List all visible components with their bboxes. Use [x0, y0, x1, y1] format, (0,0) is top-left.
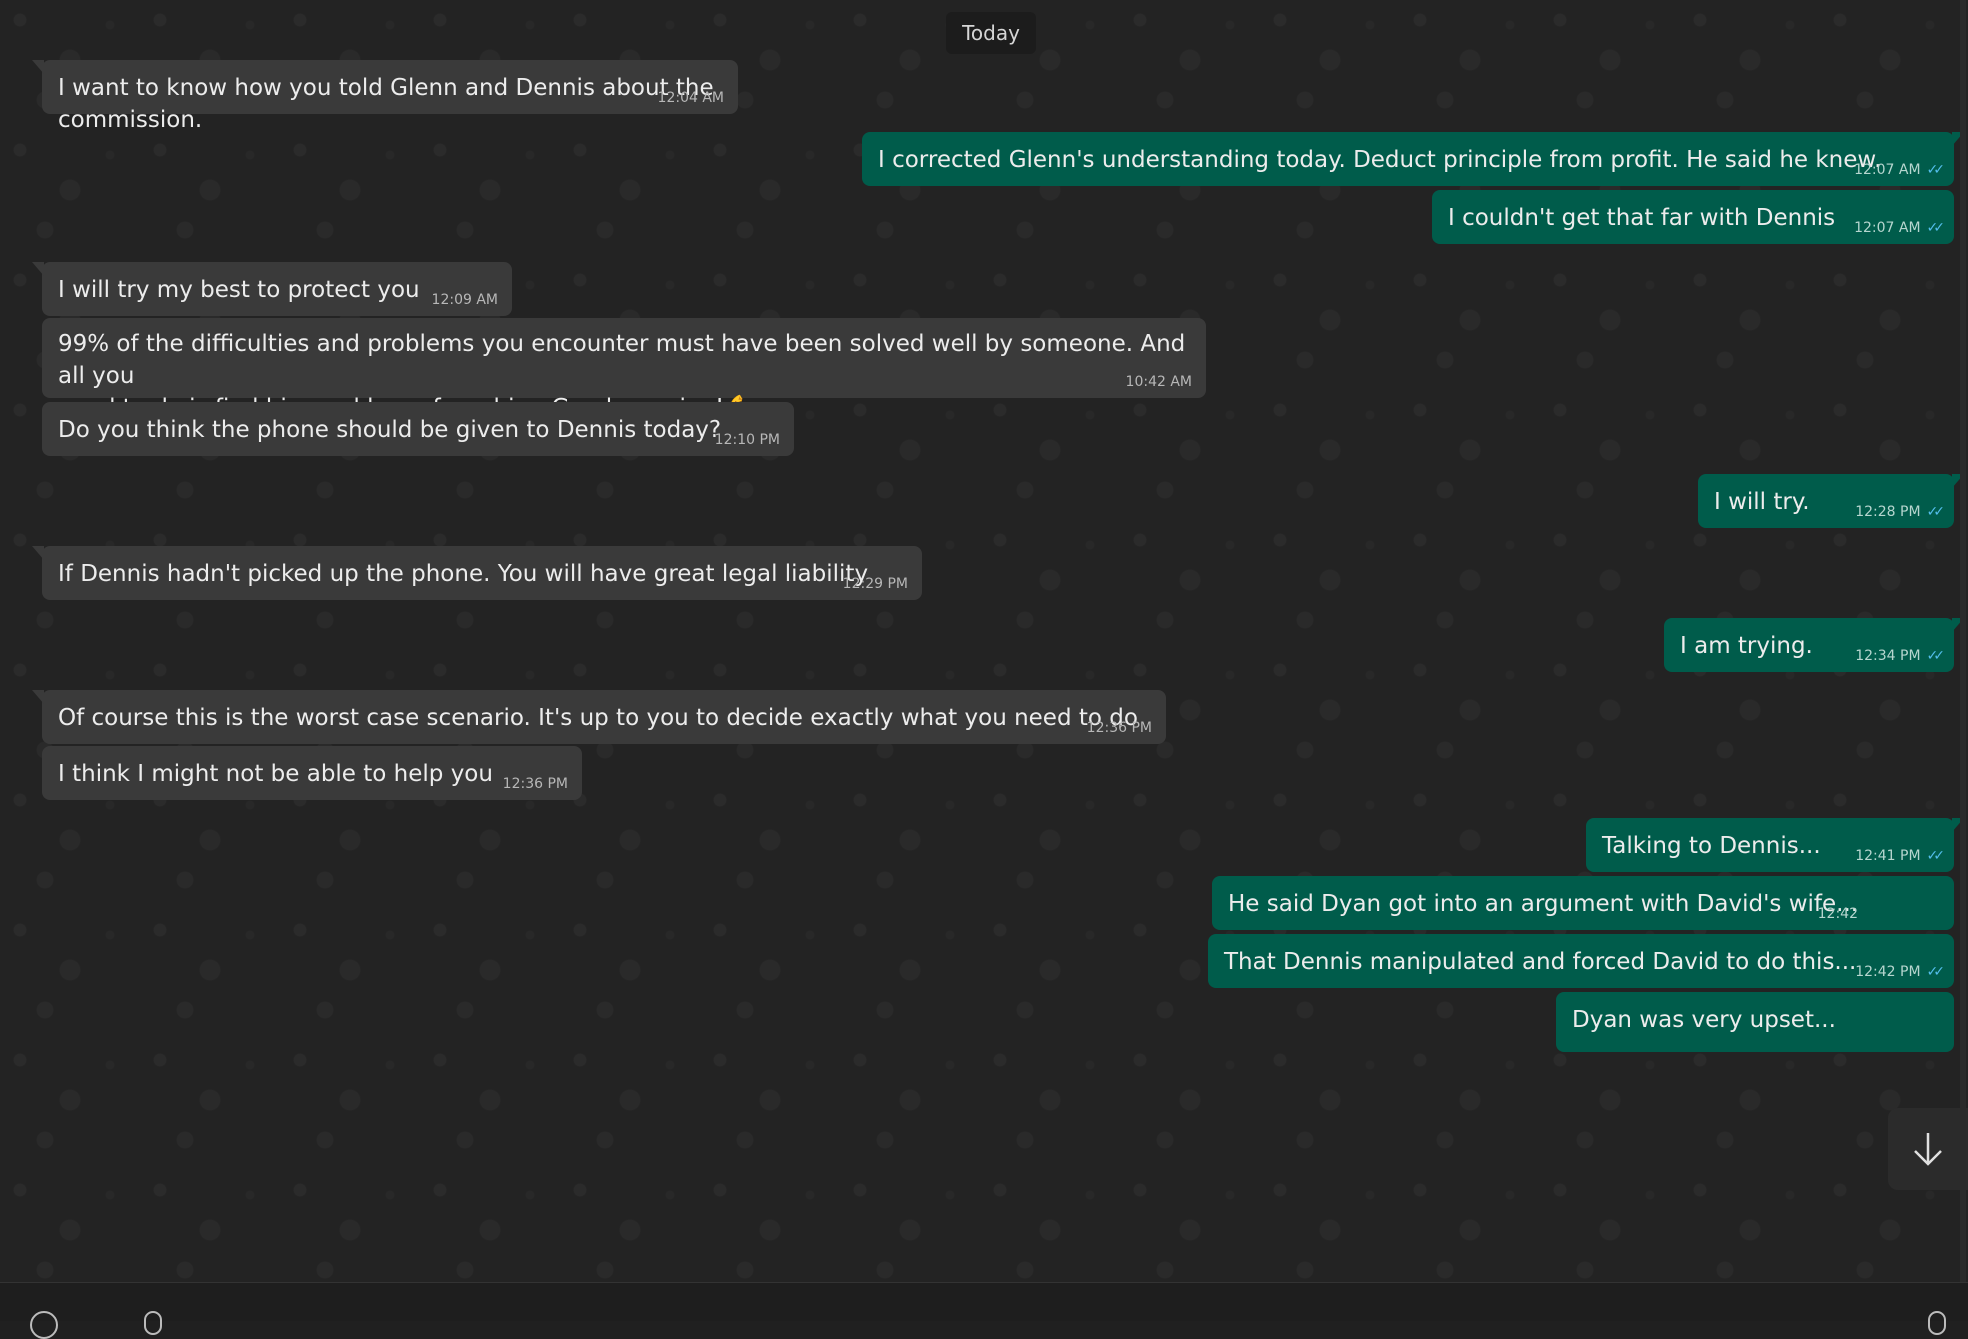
message-text: Do you think the phone should be given t…: [58, 417, 722, 443]
message-time: 10:42 AM: [1125, 374, 1192, 390]
arrow-down-icon: [1914, 1133, 1942, 1166]
composer-bar: [0, 1282, 1968, 1339]
message-incoming[interactable]: Do you think the phone should be given t…: [42, 402, 794, 456]
message-text: I am trying.: [1680, 633, 1813, 659]
read-receipt-icon: ✓✓: [1926, 504, 1946, 520]
message-text: I will try my best to protect you: [58, 277, 420, 303]
message-time: 12:09 AM: [431, 292, 498, 308]
message-time: 12:28 PM ✓✓: [1855, 504, 1946, 520]
message-time: 12:36 PM: [502, 776, 568, 792]
message-outgoing[interactable]: I corrected Glenn's understanding today.…: [862, 132, 1964, 186]
message-time: 12:36 PM: [1086, 720, 1152, 736]
scrollbar[interactable]: [1960, 0, 1966, 1282]
message-text: Talking to Dennis...: [1602, 833, 1821, 859]
message-incoming[interactable]: I think I might not be able to help you …: [42, 746, 582, 800]
message-outgoing[interactable]: Talking to Dennis... 12:41 PM ✓✓: [1586, 818, 1964, 872]
message-outgoing[interactable]: I will try. 12:28 PM ✓✓: [1698, 474, 1964, 528]
message-text: Of course this is the worst case scenari…: [58, 705, 1138, 731]
message-incoming[interactable]: 99% of the difficulties and problems you…: [42, 318, 1206, 421]
message-time: 12:41 PM ✓✓: [1855, 848, 1946, 864]
chat-area[interactable]: Today I want to know how you told Glenn …: [0, 0, 1968, 1282]
message-incoming[interactable]: Of course this is the worst case scenari…: [32, 690, 1166, 744]
message-text: That Dennis manipulated and forced David…: [1224, 949, 1857, 975]
message-incoming[interactable]: I want to know how you told Glenn and De…: [32, 60, 738, 133]
emoji-icon[interactable]: [30, 1311, 58, 1339]
mic-icon[interactable]: [1928, 1311, 1946, 1335]
read-receipt-icon: ✓✓: [1926, 220, 1946, 236]
message-text: I couldn't get that far with Dennis: [1448, 205, 1836, 231]
message-text: If Dennis hadn't picked up the phone. Yo…: [58, 561, 869, 587]
message-outgoing[interactable]: Dyan was very upset...: [1556, 992, 1954, 1052]
message-text: I corrected Glenn's understanding today.…: [878, 147, 1882, 173]
message-text: He said Dyan got into an argument with D…: [1228, 891, 1859, 917]
message-time: 12:34 PM ✓✓: [1855, 648, 1946, 664]
message-text: I will try.: [1714, 489, 1810, 515]
message-time: 12:10 PM: [714, 432, 780, 448]
attach-icon[interactable]: [144, 1311, 162, 1335]
message-outgoing[interactable]: I couldn't get that far with Dennis 12:0…: [1432, 190, 1954, 244]
message-incoming[interactable]: If Dennis hadn't picked up the phone. Yo…: [32, 546, 922, 600]
message-time: 12:04 AM: [657, 90, 724, 106]
message-text: I want to know how you told Glenn and De…: [58, 75, 721, 133]
message-outgoing[interactable]: He said Dyan got into an argument with D…: [1212, 876, 1954, 930]
message-text: I think I might not be able to help you: [58, 761, 493, 787]
read-receipt-icon: ✓✓: [1926, 964, 1946, 980]
message-time: 12:42: [1817, 906, 1858, 922]
message-text: Dyan was very upset...: [1572, 1007, 1836, 1033]
message-outgoing[interactable]: That Dennis manipulated and forced David…: [1208, 934, 1954, 988]
scroll-down-button[interactable]: [1888, 1108, 1968, 1190]
read-receipt-icon: ✓✓: [1926, 648, 1946, 664]
message-time: 12:07 AM ✓✓: [1854, 220, 1946, 236]
message-time: 12:29 PM: [842, 576, 908, 592]
read-receipt-icon: ✓✓: [1926, 162, 1946, 178]
message-time: 12:07 AM ✓✓: [1854, 162, 1946, 178]
message-outgoing[interactable]: I am trying. 12:34 PM ✓✓: [1664, 618, 1964, 672]
date-separator: Today: [946, 12, 1036, 54]
read-receipt-icon: ✓✓: [1926, 848, 1946, 864]
message-incoming[interactable]: I will try my best to protect you 12:09 …: [32, 262, 512, 316]
message-time: 12:42 PM ✓✓: [1855, 964, 1946, 980]
